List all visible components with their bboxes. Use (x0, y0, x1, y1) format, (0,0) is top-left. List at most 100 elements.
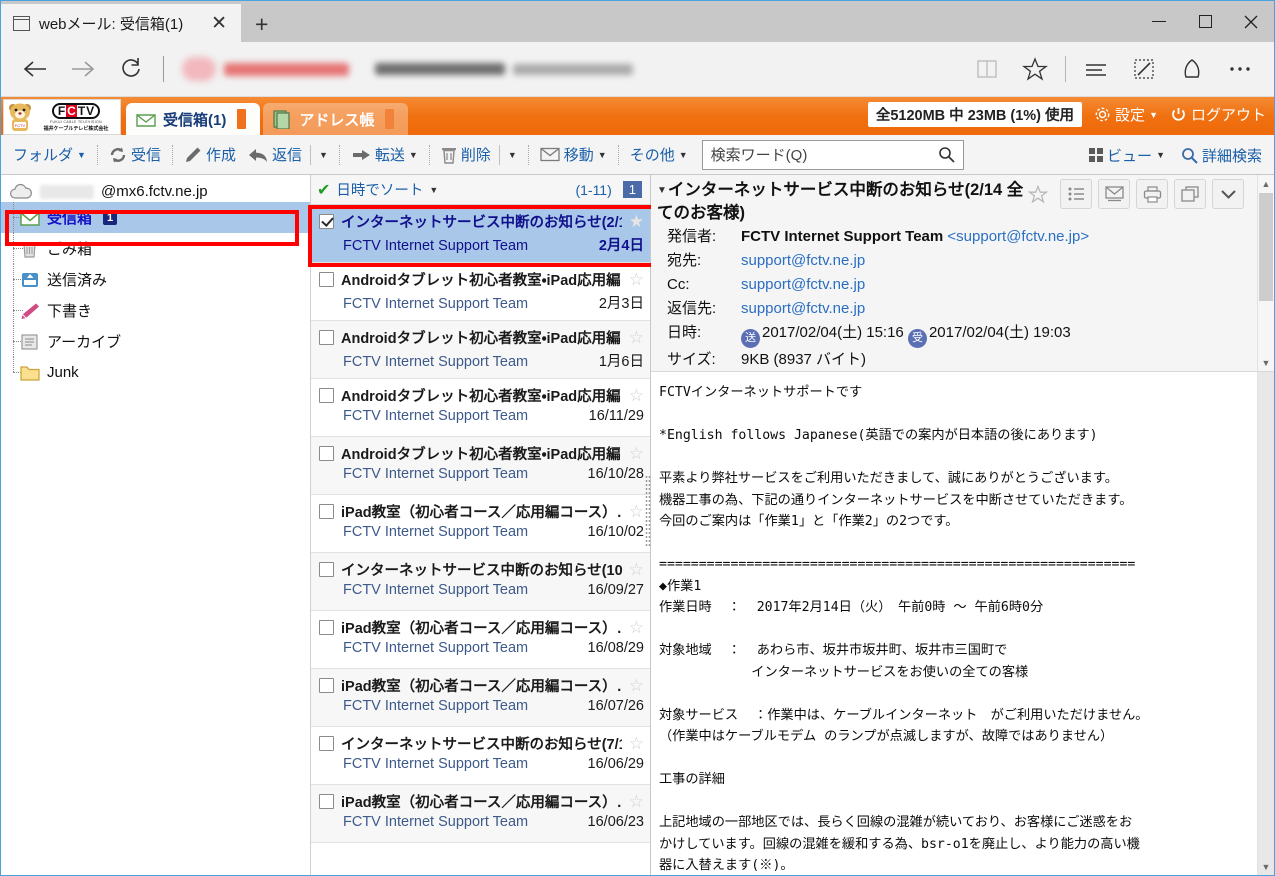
sidebar-item-inbox[interactable]: 受信箱 1 (1, 202, 310, 233)
select-all-check-icon[interactable]: ✔ (317, 180, 330, 200)
sidebar-item-sent[interactable]: 送信済み (1, 264, 310, 295)
message-row[interactable]: インターネットサービス中断のお知らせ(10/6… ☆ FCTV Internet… (311, 553, 650, 611)
message-row[interactable]: Androidタブレット初心者教室・iPad応用編… ☆ FCTV Intern… (311, 321, 650, 379)
message-checkbox[interactable] (319, 388, 334, 403)
star-icon[interactable]: ★ (629, 213, 644, 230)
detail-header-scrollbar[interactable]: ▲ ▼ (1257, 175, 1274, 371)
chevron-down-icon[interactable]: ▼ (429, 185, 438, 195)
address-bar[interactable] (170, 49, 963, 89)
collapse-triangle-icon[interactable]: ▼ (657, 185, 667, 196)
sidebar-item-archive[interactable]: アーカイブ (1, 326, 310, 357)
message-checkbox[interactable] (319, 214, 334, 229)
toolbar-reply-button[interactable]: 返信 (242, 140, 308, 170)
logout-button[interactable]: ログアウト (1170, 104, 1266, 125)
toolbar-receive-button[interactable]: 受信 (103, 140, 167, 170)
message-row[interactable]: iPad教室（初心者コース／応用編コース）… ☆ FCTV Internet S… (311, 611, 650, 669)
message-checkbox[interactable] (319, 330, 334, 345)
favorites-star-icon[interactable] (1011, 47, 1059, 91)
detail-to-value[interactable]: support@fctv.ne.jp (741, 249, 865, 273)
share-icon[interactable] (1168, 47, 1216, 91)
sidebar-item-drafts[interactable]: 下書き (1, 295, 310, 326)
scrollbar-thumb[interactable] (1259, 193, 1273, 301)
reading-view-icon[interactable] (963, 47, 1011, 91)
message-row[interactable]: インターネットサービス中断のお知らせ(2/14 … ★ FCTV Interne… (311, 205, 650, 263)
star-icon[interactable] (1022, 179, 1054, 209)
toolbar-delete-button[interactable]: 削除 (435, 140, 497, 170)
toolbar-folder-button[interactable]: フォルダ ▼ (7, 140, 92, 170)
app-tab-inbox[interactable]: 受信箱(1) (126, 103, 261, 135)
message-checkbox[interactable] (319, 272, 334, 287)
scroll-down-arrow-icon[interactable]: ▼ (1258, 858, 1274, 875)
detail-list-icon[interactable] (1060, 179, 1092, 209)
chevron-down-icon[interactable] (1212, 179, 1244, 209)
toolbar-compose-button[interactable]: 作成 (178, 140, 242, 170)
toolbar-advanced-search-button[interactable]: 詳細検索 (1175, 140, 1268, 170)
message-checkbox[interactable] (319, 794, 334, 809)
sent-chip-icon: 送 (741, 328, 760, 348)
star-icon[interactable]: ☆ (629, 793, 644, 810)
message-row[interactable]: iPad教室（初心者コース／応用編コース）… ☆ FCTV Internet S… (311, 669, 650, 727)
toolbar-delete-dropdown[interactable]: ▼ (502, 140, 523, 170)
toolbar-reply-dropdown[interactable]: ▼ (313, 140, 334, 170)
message-checkbox[interactable] (319, 736, 334, 751)
scroll-down-arrow-icon[interactable]: ▼ (1258, 354, 1274, 371)
message-checkbox[interactable] (319, 446, 334, 461)
message-row[interactable]: Androidタブレット初心者教室・iPad応用編… ☆ FCTV Intern… (311, 379, 650, 437)
scroll-up-arrow-icon[interactable]: ▲ (1258, 175, 1274, 192)
toolbar-other-button[interactable]: その他 ▼ (624, 140, 694, 170)
maximize-button[interactable] (1182, 1, 1228, 42)
sidebar-item-trash[interactable]: ごみ箱 (1, 233, 310, 264)
message-checkbox[interactable] (319, 504, 334, 519)
sidebar-item-junk[interactable]: Junk (1, 357, 310, 388)
reload-icon[interactable] (107, 47, 155, 91)
message-row[interactable]: Androidタブレット初心者教室・iPad応用編… ☆ FCTV Intern… (311, 437, 650, 495)
detail-cc-value[interactable]: support@fctv.ne.jp (741, 273, 865, 297)
account-row[interactable]: @mx6.fctv.ne.jp (1, 181, 310, 202)
forward-icon[interactable] (59, 47, 107, 91)
search-input[interactable]: 検索ワード(Q) (701, 139, 964, 170)
star-icon[interactable]: ☆ (629, 329, 644, 346)
message-subject: インターネットサービス中断のお知らせ(2/14 … (341, 215, 622, 231)
message-row[interactable]: iPad教室（初心者コース／応用編コース）… ☆ FCTV Internet S… (311, 785, 650, 843)
toolbar-view-label: ビュー (1107, 147, 1153, 165)
star-icon[interactable]: ☆ (629, 503, 644, 520)
star-icon[interactable]: ☆ (629, 677, 644, 694)
star-icon[interactable]: ☆ (629, 561, 644, 578)
more-options-icon[interactable] (1216, 47, 1264, 91)
message-subject: Androidタブレット初心者教室・iPad応用編… (341, 389, 622, 405)
print-icon[interactable] (1136, 179, 1168, 209)
message-checkbox[interactable] (319, 562, 334, 577)
star-icon[interactable]: ☆ (629, 619, 644, 636)
web-note-icon[interactable] (1120, 47, 1168, 91)
scroll-up-arrow-icon[interactable] (1258, 372, 1274, 389)
minimize-button[interactable] (1136, 1, 1182, 42)
close-window-button[interactable] (1228, 1, 1274, 42)
toolbar-view-button[interactable]: ビュー ▼ (1083, 140, 1171, 170)
back-icon[interactable] (11, 47, 59, 91)
close-tab-icon[interactable]: ✕ (203, 14, 235, 33)
new-tab-button[interactable]: + (241, 13, 282, 42)
message-row[interactable]: インターネットサービス中断のお知らせ(7/12 … ☆ FCTV Interne… (311, 727, 650, 785)
detail-from-address[interactable]: <support@fctv.ne.jp> (947, 228, 1089, 245)
detail-envelope-icon[interactable] (1098, 179, 1130, 209)
star-icon[interactable]: ☆ (629, 445, 644, 462)
message-row[interactable]: Androidタブレット初心者教室・iPad応用編… ☆ FCTV Intern… (311, 263, 650, 321)
message-body-scrollbar[interactable]: ▼ (1257, 372, 1274, 875)
star-icon[interactable]: ☆ (629, 735, 644, 752)
app-tab-address-book[interactable]: アドレス帳 (263, 103, 409, 135)
toolbar-forward-button[interactable]: 転送 ▼ (345, 140, 424, 170)
search-icon (1182, 147, 1198, 164)
hub-lines-icon[interactable] (1072, 47, 1120, 91)
settings-button[interactable]: 設定 ▼ (1094, 104, 1158, 125)
star-icon[interactable]: ☆ (629, 387, 644, 404)
browser-tab[interactable]: webメール: 受信箱(1) ✕ (1, 4, 241, 42)
message-checkbox[interactable] (319, 620, 334, 635)
star-icon[interactable]: ☆ (629, 271, 644, 288)
page-number[interactable]: 1 (622, 181, 642, 198)
toolbar-move-button[interactable]: 移動 ▼ (534, 140, 613, 170)
message-checkbox[interactable] (319, 678, 334, 693)
message-row[interactable]: iPad教室（初心者コース／応用編コース）… ☆ FCTV Internet S… (311, 495, 650, 553)
sort-by-label[interactable]: 日時でソート (336, 179, 423, 200)
open-window-icon[interactable] (1174, 179, 1206, 209)
detail-replyto-value[interactable]: support@fctv.ne.jp (741, 297, 865, 321)
